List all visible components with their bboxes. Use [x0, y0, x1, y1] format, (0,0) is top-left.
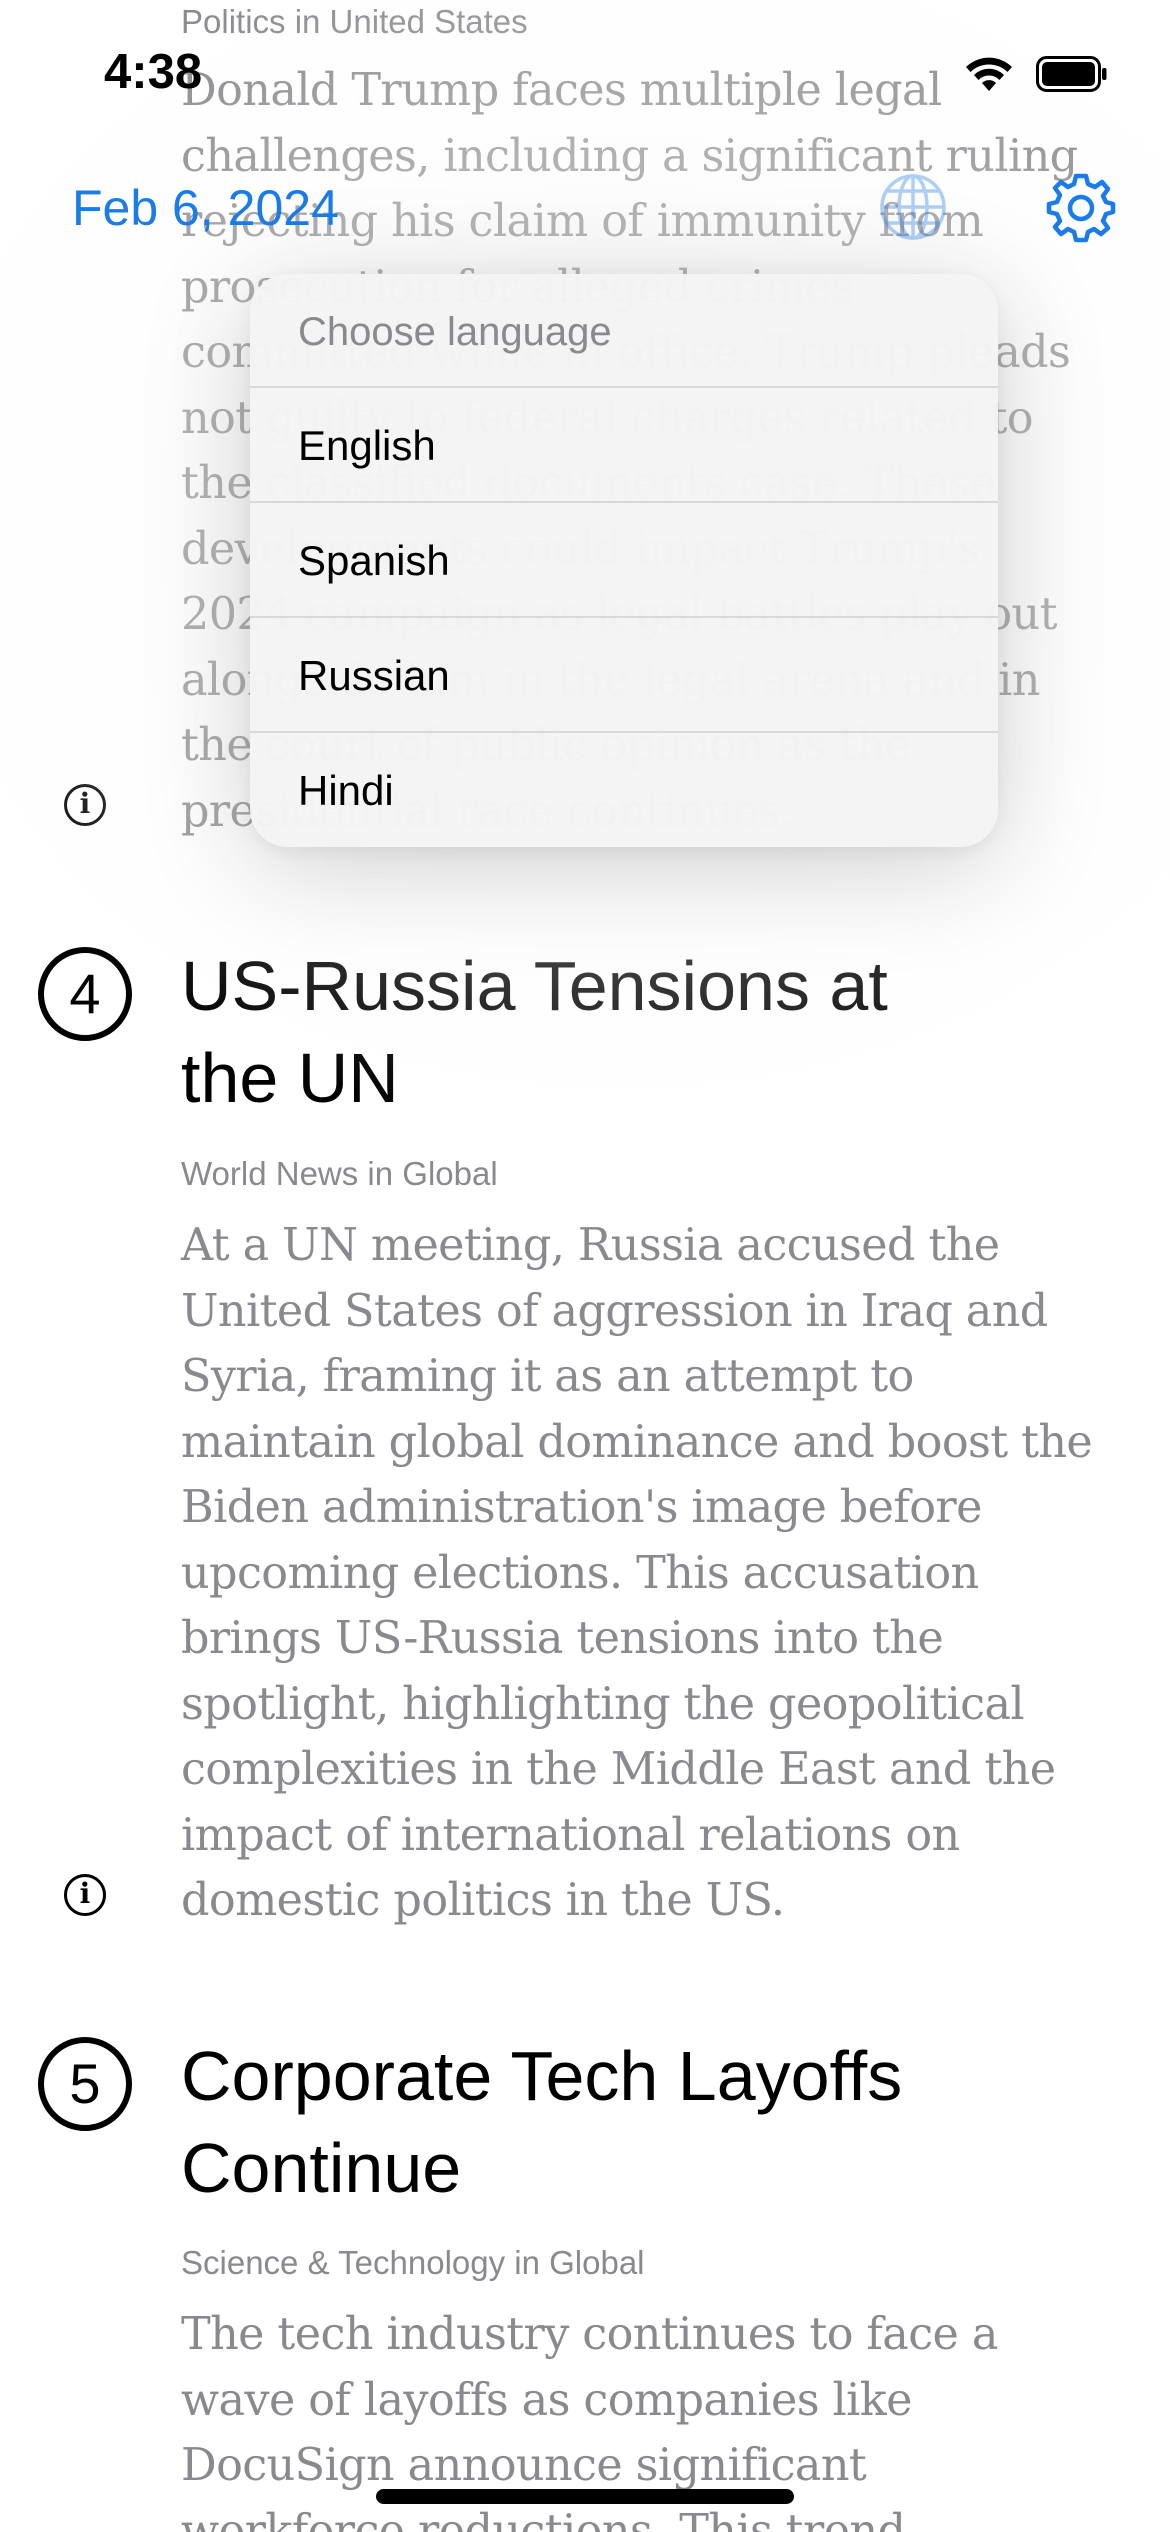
language-option-russian[interactable]: Russian: [250, 618, 998, 733]
date-button[interactable]: Feb 6, 2024: [72, 178, 339, 238]
status-icons: [964, 52, 1108, 96]
battery-icon: [1036, 56, 1107, 92]
story-title[interactable]: Corporate Tech Layoffs Continue: [181, 2030, 1001, 2214]
home-indicator[interactable]: [376, 2489, 794, 2504]
wifi-icon: [966, 57, 1012, 91]
info-icon[interactable]: i: [64, 1874, 106, 1916]
story-title[interactable]: US-Russia Tensions at the UN: [181, 940, 1001, 1124]
story-summary: At a UN meeting, Russia accused the Unit…: [181, 1220, 1093, 1926]
info-icon[interactable]: i: [64, 784, 106, 826]
story-category: Science & Technology in Global: [181, 2244, 645, 2281]
story-number-badge: 5: [38, 2037, 132, 2131]
globe-icon[interactable]: [878, 172, 948, 242]
status-bar: 4:38: [0, 0, 1170, 140]
language-option-hindi[interactable]: Hindi: [250, 733, 998, 847]
language-menu-header: Choose language: [250, 274, 998, 388]
language-option-spanish[interactable]: Spanish: [250, 503, 998, 618]
story-number-badge: 4: [38, 947, 132, 1041]
story-category: World News in Global: [181, 1155, 498, 1192]
gear-icon[interactable]: [1045, 172, 1117, 244]
language-menu: Choose language English Spanish Russian …: [250, 274, 998, 847]
status-time: 4:38: [104, 45, 203, 99]
language-option-english[interactable]: English: [250, 388, 998, 503]
